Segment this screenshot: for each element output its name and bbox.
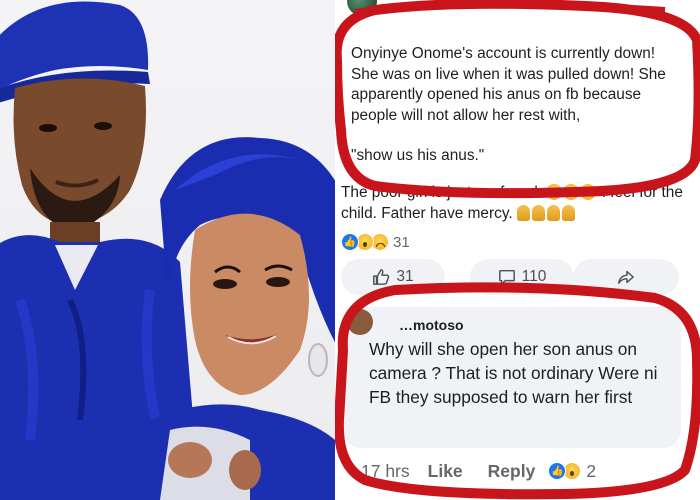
share-icon [618, 270, 634, 285]
reply-reply-link[interactable]: Reply [488, 461, 536, 482]
praying-hands-icon [516, 204, 530, 221]
crying-emoji-icon [546, 184, 563, 200]
comment-count: 110 [521, 268, 547, 285]
crying-emoji-icon [580, 184, 597, 200]
praying-hands-icon [561, 204, 575, 221]
post-body: Onyinye Onome's account is currently dow… [351, 44, 675, 167]
reaction-count: 31 [393, 233, 410, 251]
reply-reaction-count: 2 [586, 460, 597, 481]
reply-text: Why will she open her son anus on camera… [369, 339, 658, 407]
like-reaction-icon: 👍 [341, 233, 359, 251]
followup-comment: The poor girl is just confused. I feel f… [341, 183, 689, 224]
post-text-block: Onyinye Onome's account is currently dow… [341, 8, 681, 180]
post-paragraph: "show us his anus." [351, 147, 485, 164]
followup-text-start: The poor girl is just confused. [341, 184, 543, 201]
like-reaction-icon: 👍 [548, 462, 567, 480]
praying-hands-icon [546, 204, 560, 221]
comment-icon [498, 269, 515, 285]
reaction-summary[interactable]: 👍 31 [341, 231, 410, 253]
couple-photo [0, 0, 340, 500]
reply-comment-bubble: …motoso Why will she open her son anus o… [343, 307, 681, 448]
reply-meta-row: 17 hrs Like Reply 👍 2 [361, 458, 596, 484]
crying-emoji-icon [563, 184, 580, 200]
like-count: 31 [396, 268, 414, 285]
couple-photo-drawing [0, 1, 340, 500]
reply-timestamp[interactable]: 17 hrs [361, 461, 410, 482]
like-button[interactable]: 31 [341, 259, 445, 295]
wow-reaction-icon [563, 462, 582, 480]
reply-author[interactable]: …motoso [399, 317, 673, 333]
post-paragraph: Onyinye Onome's account is currently dow… [351, 45, 666, 124]
thumbs-up-icon [373, 269, 390, 285]
comment-button[interactable]: 110 [470, 259, 574, 295]
reply-avatar[interactable] [347, 309, 373, 335]
comment-feed: Onyinye Onome's account is currently dow… [335, 0, 700, 500]
praying-hands-icon [531, 204, 545, 221]
share-button[interactable] [573, 259, 679, 295]
reply-like-link[interactable]: Like [428, 461, 463, 482]
